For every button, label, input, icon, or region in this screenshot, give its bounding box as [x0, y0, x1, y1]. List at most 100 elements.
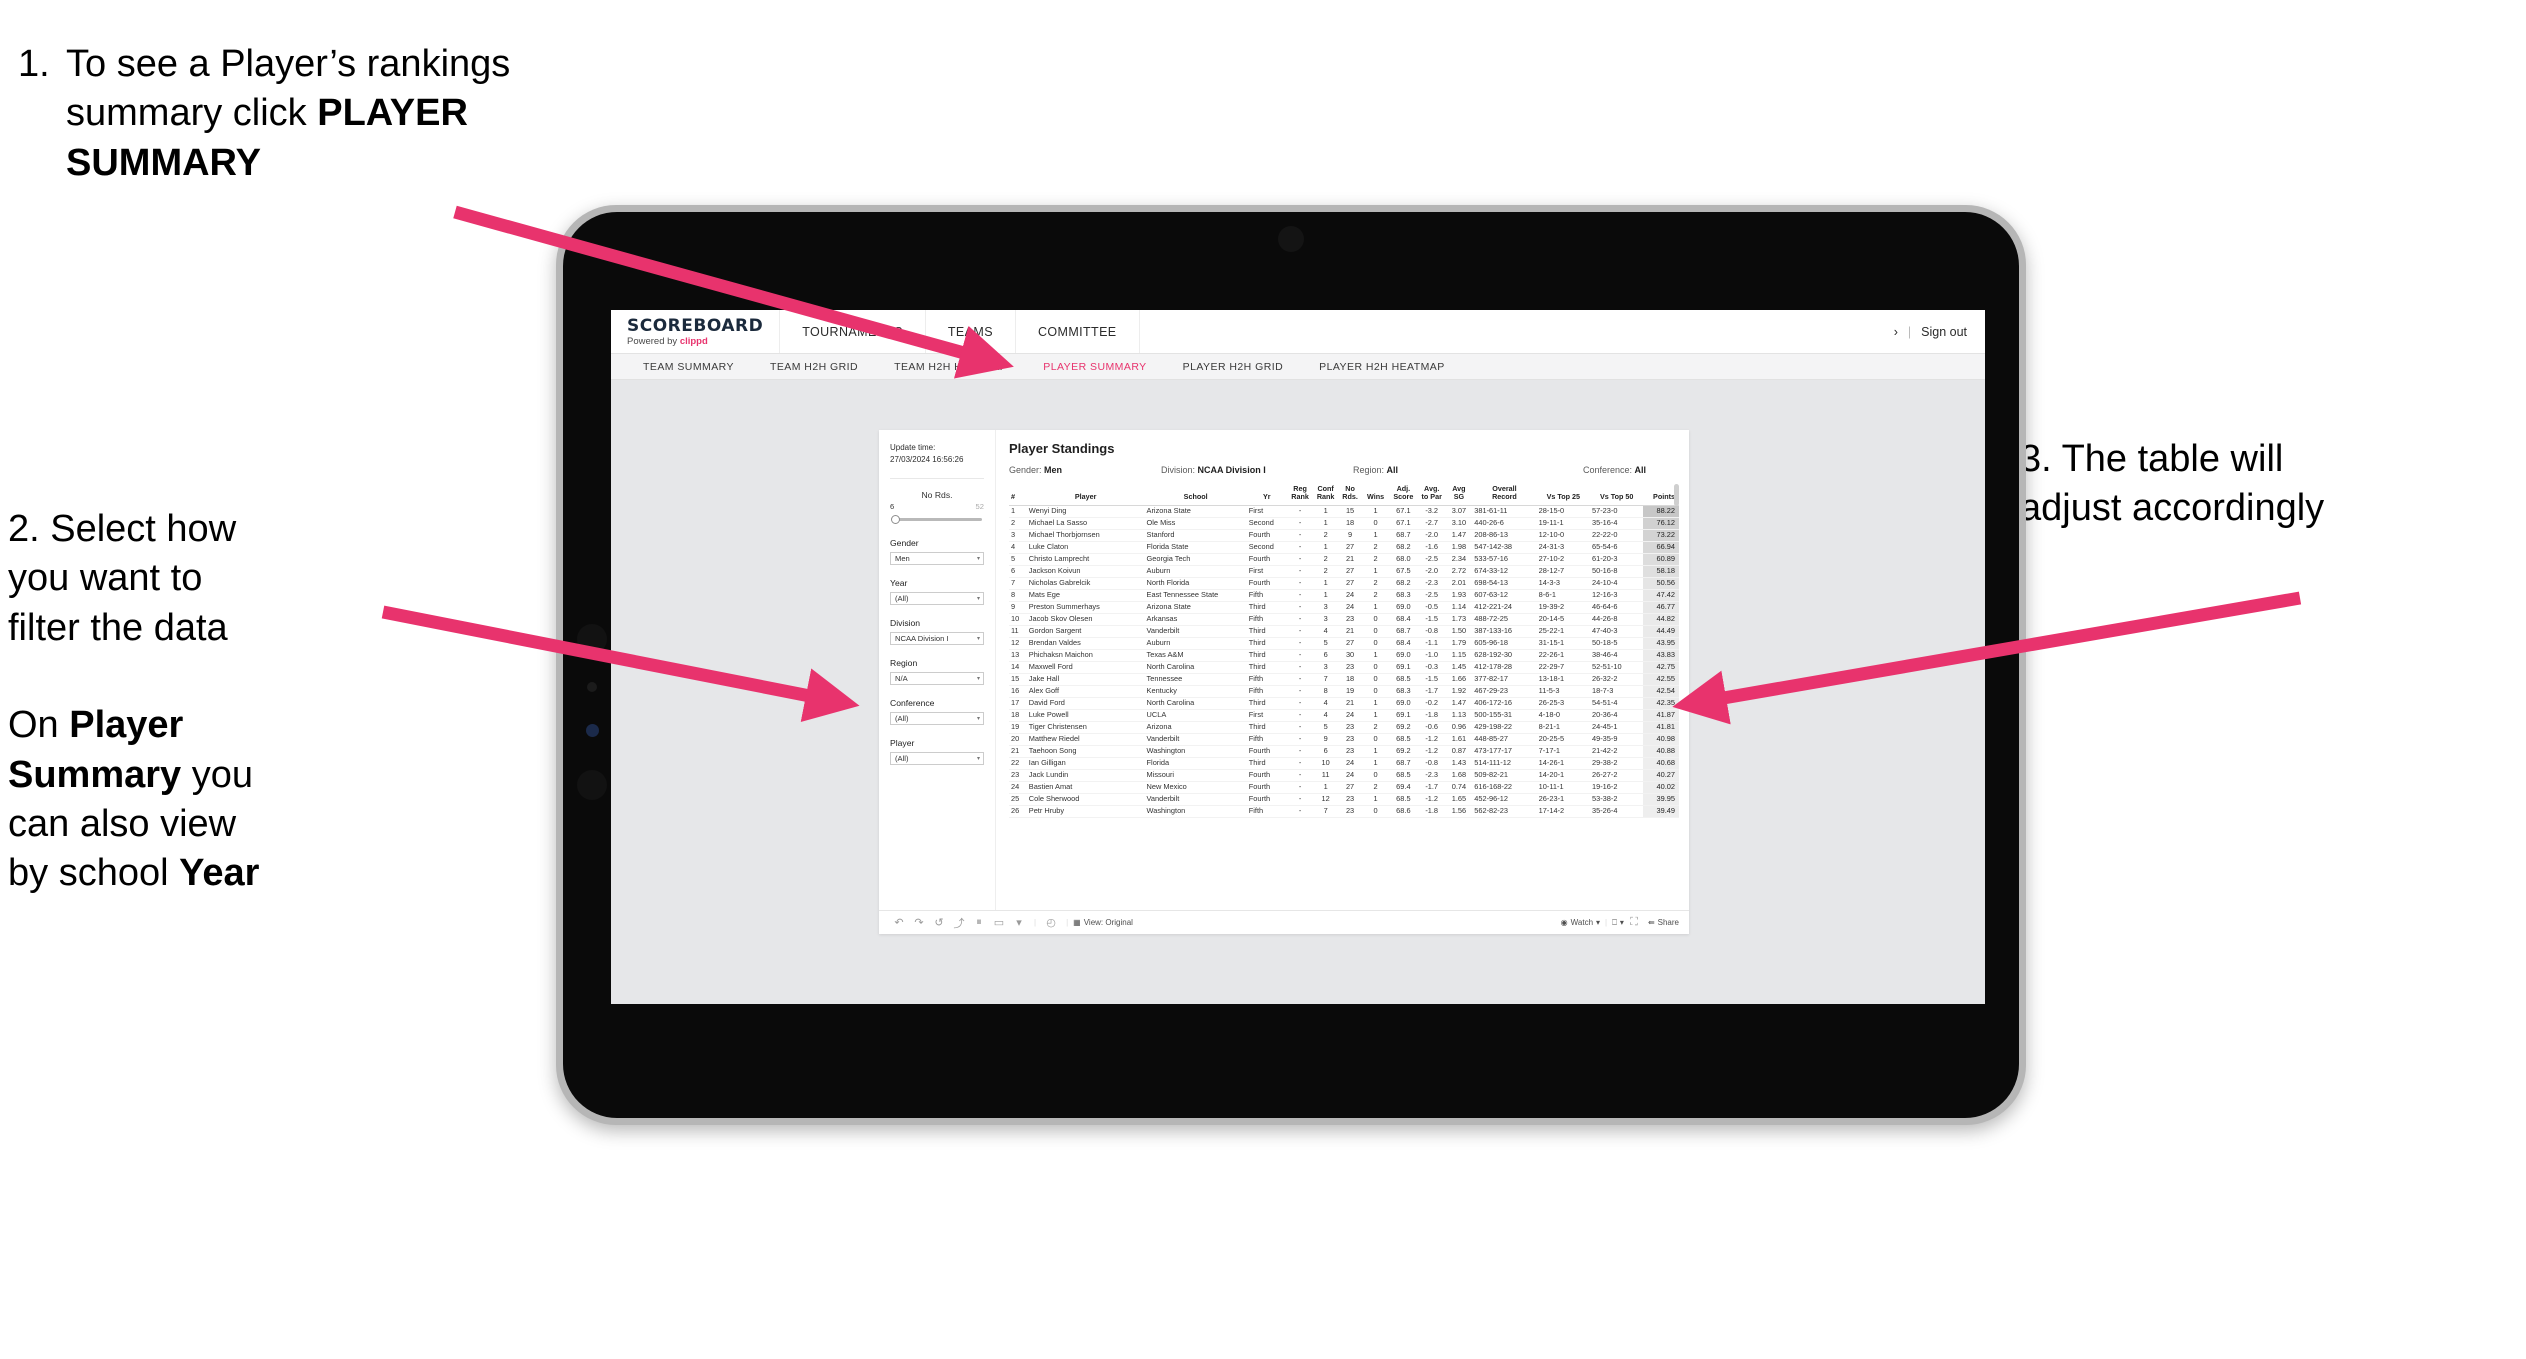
topnav-committee[interactable]: COMMITTEE	[1016, 310, 1140, 353]
table-row[interactable]: 9 Preston Summerhays Arizona State Third -3 2…	[1009, 601, 1679, 614]
col-header-vs-top-25[interactable]: Vs Top 25	[1536, 484, 1590, 506]
topnav-tournaments[interactable]: TOURNAMENTS	[780, 310, 926, 353]
view-original-button[interactable]: ▦ View: Original	[1073, 918, 1133, 927]
cell-overall-record: 607-63-12	[1472, 589, 1537, 602]
cell-wins: 2	[1362, 577, 1389, 590]
table-row[interactable]: 24 Bastien Amat New Mexico Fourth -1 27 2 69.4-…	[1009, 781, 1679, 794]
subnav-team-h2h-grid[interactable]: TEAM H2H GRID	[752, 354, 876, 380]
refresh-icon[interactable]: ⤴	[949, 915, 969, 931]
cell-year: Third	[1246, 601, 1287, 614]
division-select[interactable]: NCAA Division I ▾	[890, 632, 984, 646]
download-button[interactable]: ⎕ ▾	[1612, 918, 1624, 928]
share-button[interactable]: ⇚ Share	[1648, 918, 1679, 927]
cell-conf-rank: 2	[1313, 529, 1338, 542]
table-scroll-area[interactable]: # Player School Yr Reg Rank Conf Rank No Rds. Wins…	[1009, 484, 1679, 910]
col-header-year[interactable]: Yr	[1246, 484, 1287, 506]
dashboard-subnav: TEAM SUMMARY TEAM H2H GRID TEAM H2H HEAT…	[611, 354, 1985, 380]
table-row[interactable]: 23 Jack Lundin Missouri Fourth -11 24 0 68.5 -2.…	[1009, 769, 1679, 782]
col-header-player[interactable]: Player	[1026, 484, 1145, 506]
redo-icon[interactable]: ↷	[909, 916, 929, 929]
scoreboard-logo[interactable]: SCOREBOARD Powered by clippd	[611, 310, 781, 353]
history-icon[interactable]: ◴	[1041, 916, 1061, 929]
table-row[interactable]: 10 Jacob Skov Olesen Arkansas Fifth -3 23 0 68.…	[1009, 613, 1679, 626]
table-row[interactable]: 5 Christo Lamprecht Georgia Tech Fourth -2 21…	[1009, 553, 1679, 566]
table-row[interactable]: 17 David Ford North Carolina Third -4 21 1 69.0…	[1009, 697, 1679, 710]
annotation-step-3: 3. The table will adjust accordingly	[2020, 435, 2520, 534]
col-header-adj-score[interactable]: Adj. Score	[1388, 484, 1418, 506]
table-row[interactable]: 19 Tiger Christensen Arizona Third -5 23 2 69.2…	[1009, 721, 1679, 734]
revert-icon[interactable]: ↺	[929, 916, 949, 929]
table-row[interactable]: 13 Phichaksn Maichon Texas A&M Third -6 30 1 69…	[1009, 649, 1679, 662]
vertical-scrollbar[interactable]	[1674, 484, 1679, 506]
conference-label: Conference	[890, 698, 935, 709]
table-row[interactable]: 6 Jackson Koivun Auburn First -2 27 1 67.5 -2.0 2…	[1009, 565, 1679, 578]
table-row[interactable]: 12 Brendan Valdes Auburn Third -5 27 0 68.4 -1.1…	[1009, 637, 1679, 650]
conference-select[interactable]: (All) ▾	[890, 712, 984, 726]
table-row[interactable]: 16 Alex Goff Kentucky Fifth -8 19 0 68.3 -1.7 1.9…	[1009, 685, 1679, 698]
viz-toolbar: ↶ ↷ ↺ ⤴ ⏸ ▭ ▾ | ◴ | ▦ View: Original ◉ W…	[879, 910, 1689, 934]
cell-conf-rank: 3	[1313, 661, 1338, 674]
annotation-1-number: 1.	[18, 43, 50, 85]
col-header-wins[interactable]: Wins	[1362, 484, 1389, 506]
subnav-player-summary[interactable]: PLAYER SUMMARY	[1025, 354, 1164, 380]
col-header-avg-to-par[interactable]: Avg. to Par	[1417, 484, 1446, 506]
table-row[interactable]: 11 Gordon Sargent Vanderbilt Third -4 21 0 68.7…	[1009, 625, 1679, 638]
table-row[interactable]: 22 Ian Gilligan Florida Third -10 24 1 68.7 -0.8…	[1009, 757, 1679, 770]
device-caret-icon[interactable]: ▾	[1009, 916, 1029, 929]
slider-handle[interactable]	[891, 515, 900, 525]
col-header-reg-rank[interactable]: Reg Rank	[1286, 484, 1314, 506]
account-chevron-icon[interactable]: ›	[1894, 325, 1898, 339]
col-header-overall-record[interactable]: Overall Record	[1472, 484, 1537, 506]
col-header-rank[interactable]: #	[1009, 484, 1027, 506]
device-icon[interactable]: ▭	[989, 916, 1009, 929]
fullscreen-icon[interactable]: ⛶	[1624, 916, 1644, 929]
cell-player: Wenyi Ding	[1026, 505, 1145, 518]
player-select[interactable]: (All) ▾	[890, 752, 984, 766]
table-row[interactable]: 21 Taehoon Song Washington Fourth -6 23 1 69.2-…	[1009, 745, 1679, 758]
region-select[interactable]: N/A ▾	[890, 672, 984, 686]
year-select[interactable]: (All) ▾	[890, 592, 984, 606]
cell-year: Fourth	[1246, 577, 1287, 590]
cell-school: Missouri	[1144, 769, 1247, 782]
col-header-avg-sg[interactable]: Avg SG	[1445, 484, 1473, 506]
gender-select[interactable]: Men ▾	[890, 552, 984, 566]
table-row[interactable]: 20 Matthew Riedel Vanderbilt Fifth -9 23 0 68.5…	[1009, 733, 1679, 746]
cell-points: 42.54	[1643, 685, 1679, 698]
col-header-no-rds[interactable]: No Rds.	[1337, 484, 1363, 506]
table-row[interactable]: 14 Maxwell Ford North Carolina Third -3 23 0 69…	[1009, 661, 1679, 674]
table-row[interactable]: 7 Nicholas Gabrelcik North Florida Fourth -1…	[1009, 577, 1679, 590]
cell-vs-top-50: 35-16-4	[1590, 517, 1644, 530]
cell-avg-to-par: -3.2	[1417, 505, 1446, 518]
cell-conf-rank: 4	[1313, 709, 1338, 722]
cell-avg-sg: 1.56	[1445, 805, 1473, 818]
watch-icon: ◉	[1560, 918, 1568, 927]
table-row[interactable]: 1 Wenyi Ding Arizona State First -1 15 1 67.1 -3…	[1009, 505, 1679, 518]
table-row[interactable]: 4 Luke Claton Florida State Second -1 27 2 68.2…	[1009, 541, 1679, 554]
viz-meta-row: Gender: Men Division: NCAA Division I Re…	[1009, 465, 1679, 475]
table-row[interactable]: 15 Jake Hall Tennessee Fifth -7 18 0 68.5 -1.5 1.…	[1009, 673, 1679, 686]
table-row[interactable]: 25 Cole Sherwood Vanderbilt Fourth -12 23 1 68.…	[1009, 793, 1679, 806]
col-header-vs-top-50[interactable]: Vs Top 50	[1590, 484, 1644, 506]
cell-player: David Ford	[1026, 697, 1145, 710]
col-header-conf-rank[interactable]: Conf Rank	[1313, 484, 1338, 506]
subnav-team-summary[interactable]: TEAM SUMMARY	[625, 354, 752, 380]
pause-icon[interactable]: ⏸	[969, 916, 989, 929]
cell-no-rds: 24	[1337, 709, 1363, 722]
undo-icon[interactable]: ↶	[889, 916, 909, 929]
subnav-team-h2h-heatmap[interactable]: TEAM H2H HEATMAP	[876, 354, 1025, 380]
table-row[interactable]: 8 Mats Ege East Tennessee State Fifth -1 24 2 6…	[1009, 589, 1679, 602]
annotation-1-line2-text: summary click	[66, 92, 318, 135]
topnav-teams[interactable]: TEAMS	[926, 310, 1016, 353]
no-rds-slider[interactable]	[890, 514, 984, 525]
table-row[interactable]: 26 Petr Hruby Washington Fifth -7 23 0 68.6 -1.8…	[1009, 805, 1679, 818]
col-header-school[interactable]: School	[1144, 484, 1247, 506]
subnav-player-h2h-grid[interactable]: PLAYER H2H GRID	[1165, 354, 1302, 380]
subnav-player-h2h-heatmap[interactable]: PLAYER H2H HEATMAP	[1301, 354, 1463, 380]
watch-button[interactable]: ◉ Watch ▾	[1561, 918, 1600, 927]
sign-out-button[interactable]: Sign out	[1921, 325, 1967, 339]
table-row[interactable]: 3 Michael Thorbjornsen Stanford Fourth -2 9 1 6…	[1009, 529, 1679, 542]
cell-vs-top-50: 21-42-2	[1590, 745, 1644, 758]
table-row[interactable]: 18 Luke Powell UCLA First -4 24 1 69.1 -1.8 1.13 5…	[1009, 709, 1679, 722]
cell-conf-rank: 1	[1313, 517, 1338, 530]
table-row[interactable]: 2 Michael La Sasso Ole Miss Second -1 18 0 67.1…	[1009, 517, 1679, 530]
